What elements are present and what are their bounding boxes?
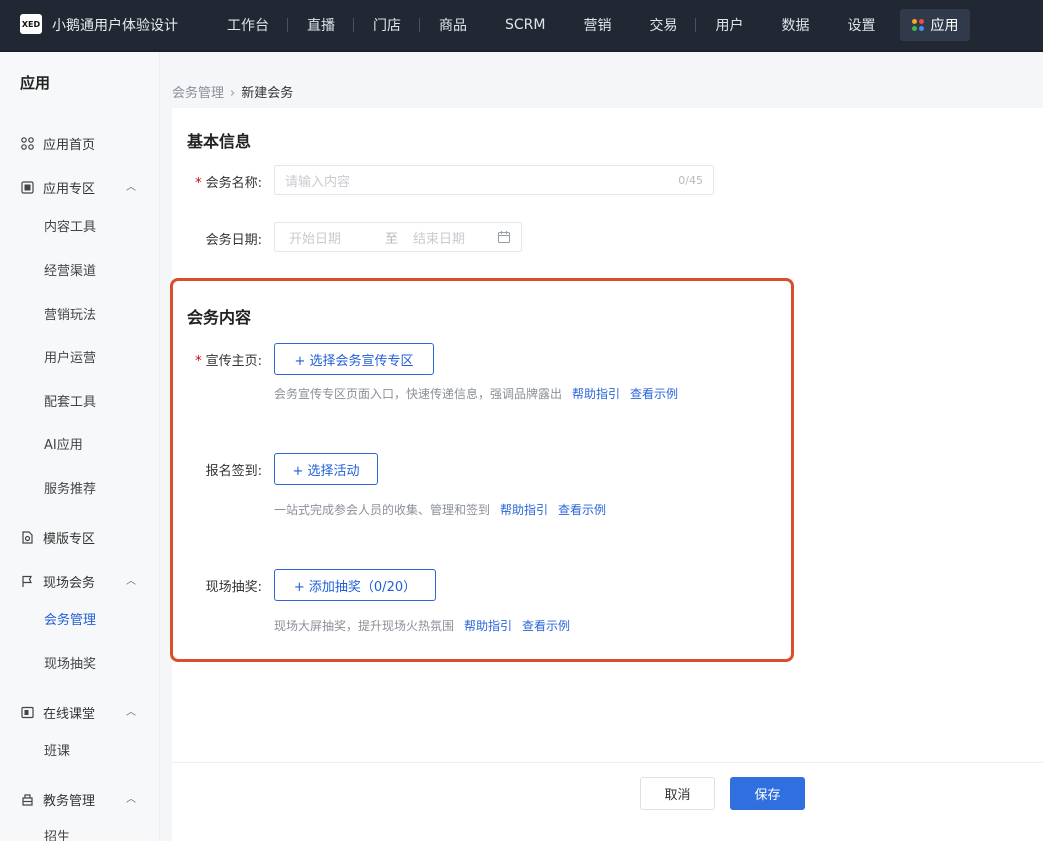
sidebar-group-online-class[interactable]: 在线课堂 ︿ [20,703,140,722]
nav-scrm[interactable]: SCRM [486,0,564,50]
sidebar-group-label: 在线课堂 [43,707,96,722]
nav-users[interactable]: 用户 [696,0,762,50]
apps-icon [912,19,925,31]
chevron-right-icon: › [230,86,236,101]
chevron-up-icon[interactable]: ︿ [126,790,136,805]
date-range-separator: 至 [385,231,399,247]
main-nav: 工作台 直播 门店 商品 SCRM 营销 交易 用户 数据 设置 应用 [208,0,971,50]
sidebar-item-onsite-lottery[interactable]: 现场抽奖 [44,653,96,672]
date-end-placeholder[interactable]: 结束日期 [413,228,465,247]
sidebar-item-marketing-play[interactable]: 营销玩法 [44,304,96,323]
nav-live[interactable]: 直播 [288,0,354,50]
date-start-placeholder[interactable]: 开始日期 [289,228,341,247]
nav-marketing[interactable]: 营销 [564,0,630,50]
meeting-name-label-text: 会务名称: [205,176,262,191]
calendar-icon[interactable] [497,230,511,248]
sidebar-title: 应用 [20,74,51,92]
sidebar-group-app-zone[interactable]: 应用专区 ︿ [20,178,140,197]
section-title-basic: 基本信息 [187,132,252,151]
top-navigation-bar: XED 小鹅通用户体验设计 工作台 直播 门店 商品 SCRM 营销 交易 用户… [0,0,1043,50]
nav-store[interactable]: 门店 [354,0,420,50]
flag-icon [20,575,34,589]
brand-name: 小鹅通用户体验设计 [52,18,178,34]
template-icon [20,531,34,545]
sidebar-item-user-ops[interactable]: 用户运营 [44,347,96,366]
grid-icon [20,137,34,151]
nav-workbench[interactable]: 工作台 [208,0,288,50]
required-mark: * [195,176,202,191]
sidebar-item-enrollment[interactable]: 招生 [44,826,70,841]
chevron-up-icon[interactable]: ︿ [126,178,136,193]
sidebar-group-label: 现场会务 [43,576,96,591]
app-zone-icon [20,181,34,195]
sidebar-item-label: 模版专区 [43,532,96,547]
sidebar-item-support-tools[interactable]: 配套工具 [44,391,96,410]
meeting-name-input[interactable]: 请输入内容 0/45 [274,165,714,195]
breadcrumb: 会务管理 › 新建会务 [172,82,293,101]
cancel-button[interactable]: 取消 [640,777,715,810]
sidebar-item-service-recommend[interactable]: 服务推荐 [44,478,96,497]
meeting-date-range-picker[interactable]: 开始日期 至 结束日期 [274,222,522,252]
sidebar-item-template-zone[interactable]: 模版专区 [20,528,140,547]
sidebar-item-content-tools[interactable]: 内容工具 [44,216,96,235]
sidebar-item-label: 应用首页 [43,138,96,153]
nav-settings[interactable]: 设置 [828,0,894,50]
sidebar-item-app-home[interactable]: 应用首页 [20,134,140,153]
char-counter: 0/45 [678,173,703,187]
nav-apps[interactable]: 应用 [900,9,971,41]
sidebar-item-class[interactable]: 班课 [44,740,70,759]
nav-apps-label: 应用 [930,18,959,34]
sidebar-item-meeting-management[interactable]: 会务管理 [44,609,96,628]
sidebar-group-edu-admin[interactable]: 教务管理 ︿ [20,790,140,809]
footer-bar [172,762,1043,841]
meeting-name-placeholder: 请输入内容 [285,174,351,190]
meeting-date-label: 会务日期: [205,233,262,248]
sidebar-group-label: 教务管理 [43,794,96,809]
classroom-icon [20,706,34,720]
highlight-box [170,278,794,662]
brand-logo: XED [20,14,42,34]
nav-trade[interactable]: 交易 [630,0,697,50]
sidebar-group-onsite-meeting[interactable]: 现场会务 ︿ [20,572,140,591]
sidebar: 应用 应用首页 应用专区 ︿ 内容工具 经营渠道 营销玩法 用户运营 配套工具 … [0,52,160,841]
meeting-name-label: * 会务名称: [172,172,262,191]
nav-products[interactable]: 商品 [420,0,486,50]
breadcrumb-parent[interactable]: 会务管理 [172,86,224,101]
save-button[interactable]: 保存 [730,777,805,810]
edu-admin-icon [20,793,34,807]
sidebar-item-ai-apps[interactable]: AI应用 [44,434,83,453]
nav-data[interactable]: 数据 [762,0,828,50]
breadcrumb-current: 新建会务 [241,86,294,101]
sidebar-item-channels[interactable]: 经营渠道 [44,260,96,279]
sidebar-group-label: 应用专区 [43,182,96,197]
chevron-up-icon[interactable]: ︿ [126,572,136,587]
chevron-up-icon[interactable]: ︿ [126,703,136,718]
